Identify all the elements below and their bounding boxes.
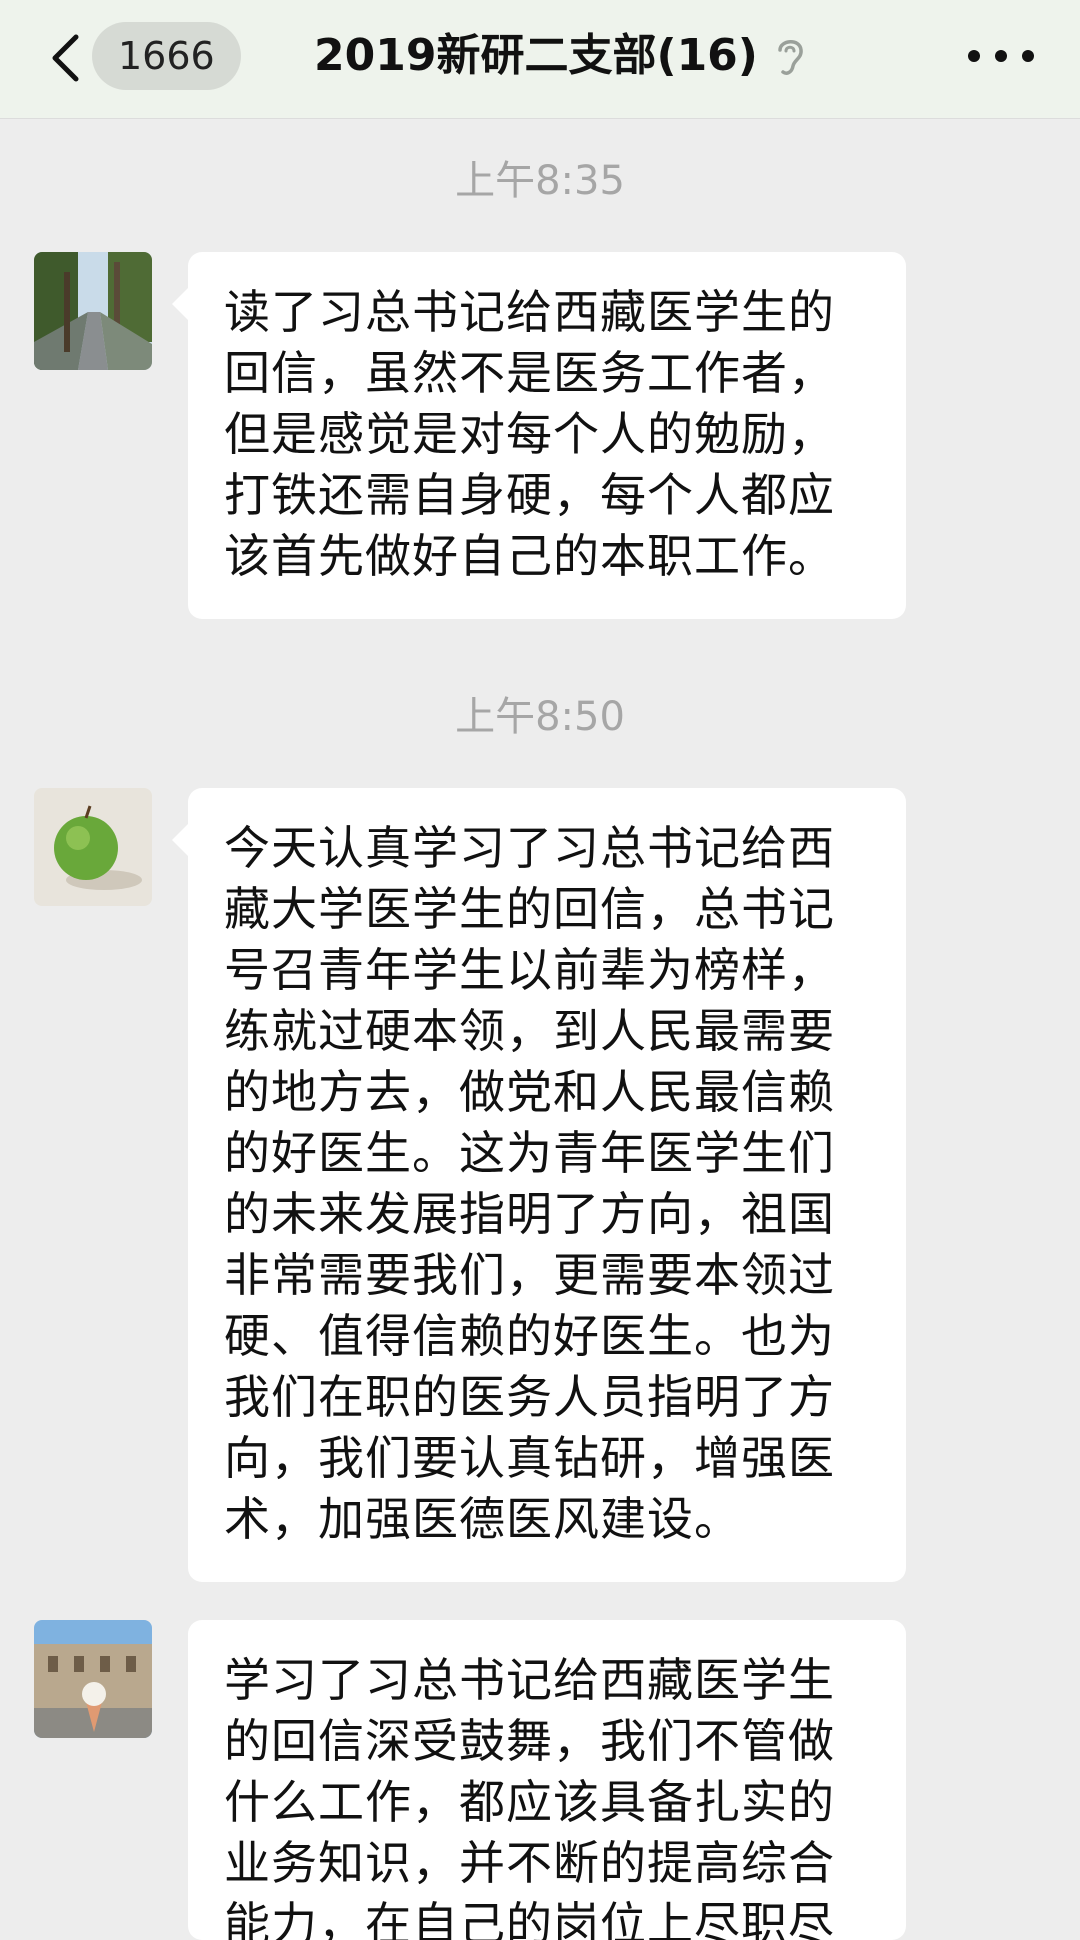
avatar[interactable]: [34, 1620, 152, 1738]
more-button[interactable]: [968, 36, 1034, 76]
avatar[interactable]: [34, 252, 152, 370]
chevron-left-icon: [52, 34, 79, 82]
message-bubble[interactable]: 今天认真学习了习总书记给西藏大学医学生的回信，总书记号召青年学生以前辈为榜样，练…: [172, 788, 906, 1582]
back-button[interactable]: [40, 28, 90, 88]
avatar[interactable]: [34, 788, 152, 906]
campus-icecream-avatar: [34, 1620, 152, 1738]
message-timestamp: 上午8:35: [455, 158, 625, 204]
message-bubble[interactable]: 读了习总书记给西藏医学生的回信，虽然不是医务工作者，但是感觉是对每个人的勉励，打…: [172, 252, 906, 619]
chat-title[interactable]: 2019新研二支部(16): [314, 22, 758, 90]
chat-header: 1666 2019新研二支部(16): [0, 0, 1080, 119]
green-apple-avatar: [34, 788, 152, 906]
more-dots-icon: [968, 50, 980, 62]
ear-mute-icon: [778, 40, 803, 75]
message-bubble[interactable]: 学习了习总书记给西藏医学生的回信深受鼓舞，我们不管做什么工作，都应该具备扎实的业…: [188, 1620, 906, 1940]
tree-road-photo-avatar: [34, 252, 152, 370]
message-timestamp: 上午8:50: [455, 694, 625, 740]
unread-count-badge[interactable]: 1666: [92, 22, 241, 90]
